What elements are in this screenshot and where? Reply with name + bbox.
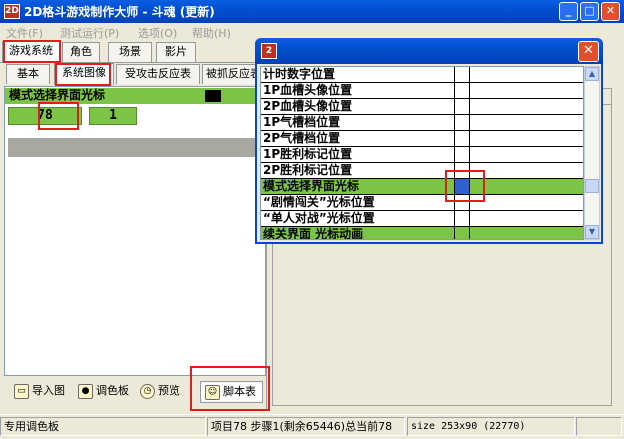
list-item-label: 续关界面 光标动画	[263, 227, 364, 240]
close-button[interactable]: ✕	[601, 2, 620, 21]
scroll-up-icon[interactable]: ▲	[585, 67, 599, 81]
list-item-label: 1P气槽档位置	[263, 115, 341, 129]
selected-cell[interactable]	[454, 179, 470, 194]
list-item-label: “剧情闯关”光标位置	[263, 195, 375, 209]
maximize-button[interactable]: □	[580, 2, 599, 21]
list-item-cell	[454, 195, 470, 210]
scroll-down-icon[interactable]: ▼	[585, 225, 599, 239]
status-extra	[576, 417, 622, 436]
tab-hit-reaction[interactable]: 受攻击反应表	[116, 64, 200, 84]
tab-movie[interactable]: 影片	[156, 42, 196, 62]
bottom-toolbar: ▭ 导入图 ● 调色板 ◷ 预览 ☺ 脚本表	[4, 377, 266, 409]
list-item[interactable]: 1P血槽头像位置	[261, 83, 583, 99]
clock-icon: ◷	[140, 384, 155, 399]
list-item-label: 1P胜利标记位置	[263, 147, 353, 161]
list-item-cell	[454, 211, 470, 226]
list-item-label: 1P血槽头像位置	[263, 83, 353, 97]
preview-label: 预览	[158, 384, 180, 397]
selected-item-header: 模式选择界面光标	[5, 88, 265, 104]
image-index-field[interactable]: 78	[8, 107, 82, 125]
menu-file[interactable]: 文件(F)	[6, 25, 43, 41]
preview-button[interactable]: ◷ 预览	[140, 381, 180, 403]
list-item-cell	[454, 131, 470, 146]
list-item-cell	[454, 67, 470, 82]
import-image-button[interactable]: ▭ 导入图	[14, 381, 65, 403]
selected-item-label: 模式选择界面光标	[9, 88, 106, 102]
list-item[interactable]: 2P血槽头像位置	[261, 99, 583, 115]
list-item-label: 2P血槽头像位置	[263, 99, 353, 113]
image-preview-strip	[8, 138, 265, 157]
import-image-label: 导入图	[32, 384, 65, 397]
main-tab-strip: 游戏系统 角色 场景 影片	[0, 41, 265, 63]
list-item-cell	[454, 83, 470, 98]
popup-title-bar: 2 ✕	[255, 38, 603, 64]
list-item-cell	[454, 99, 470, 114]
script-table-button[interactable]: ☺ 脚本表	[200, 381, 263, 403]
popup-close-button[interactable]: ✕	[578, 41, 599, 62]
list-item[interactable]: 1P气槽档位置	[261, 115, 583, 131]
position-list: 计时数字位置 1P血槽头像位置 2P血槽头像位置 1P气槽档位置 2P气槽档位置…	[260, 66, 584, 240]
list-item-label: 模式选择界面光标	[263, 179, 360, 193]
palette-icon: ●	[78, 384, 93, 399]
list-item[interactable]: “单人对战”光标位置	[261, 211, 583, 227]
list-item-cell	[454, 147, 470, 162]
status-bar: 专用调色板 项目78 步骤1(剩余65446)总当前78 size 253x90…	[0, 414, 624, 439]
palette-label: 调色板	[96, 384, 129, 397]
list-item[interactable]: 2P胜利标记位置	[261, 163, 583, 179]
list-item-label: 2P气槽档位置	[263, 131, 341, 145]
list-item-cell	[454, 163, 470, 178]
list-item-cell	[454, 227, 470, 239]
folder-icon: ▭	[14, 384, 29, 399]
script-table-label: 脚本表	[223, 385, 256, 398]
people-icon: ☺	[205, 385, 220, 400]
list-item-label: 计时数字位置	[263, 67, 336, 81]
tab-stage[interactable]: 场景	[108, 42, 152, 62]
color-swatch	[205, 90, 221, 102]
tab-basic[interactable]: 基本	[6, 64, 50, 84]
step-field[interactable]: 1	[89, 107, 137, 125]
tab-game-system[interactable]: 游戏系统	[2, 41, 60, 63]
sub-tab-strip: 基本 系统图像 受攻击反应表 被抓反应表	[4, 63, 265, 85]
window-title: 2D格斗游戏制作大师 - 斗魂 (更新)	[24, 5, 215, 19]
image-panel	[4, 86, 266, 376]
list-item[interactable]: 1P胜利标记位置	[261, 147, 583, 163]
list-item-cell	[454, 115, 470, 130]
list-item-label: 2P胜利标记位置	[263, 163, 353, 177]
minimize-button[interactable]: _	[559, 2, 578, 21]
popup-app-icon: 2	[261, 43, 277, 59]
palette-button[interactable]: ● 调色板	[78, 381, 129, 403]
status-project: 项目78 步骤1(剩余65446)总当前78	[207, 417, 405, 436]
list-item[interactable]: “剧情闯关”光标位置	[261, 195, 583, 211]
menu-test-run[interactable]: 测试运行(P)	[60, 25, 119, 41]
status-size: size 253x90 (22770)	[407, 417, 575, 436]
menu-help[interactable]: 帮助(H)	[192, 25, 231, 41]
app-icon: 2D	[4, 4, 20, 19]
list-item-selected[interactable]: 模式选择界面光标	[261, 179, 583, 195]
status-palette: 专用调色板	[0, 417, 206, 436]
scroll-thumb[interactable]	[585, 179, 599, 193]
tab-character[interactable]: 角色	[62, 42, 100, 62]
list-item-label: “单人对战”光标位置	[263, 211, 375, 225]
menu-options[interactable]: 选项(O)	[138, 25, 177, 41]
list-item[interactable]: 续关界面 光标动画	[261, 227, 583, 240]
tab-system-images[interactable]: 系统图像	[54, 63, 114, 85]
popup-scrollbar[interactable]: ▲ ▼	[584, 66, 600, 240]
list-item[interactable]: 2P气槽档位置	[261, 131, 583, 147]
title-bar: 2D 2D格斗游戏制作大师 - 斗魂 (更新) _ □ ✕	[0, 0, 624, 23]
script-popup-window: 2 ✕ 计时数字位置 1P血槽头像位置 2P血槽头像位置 1P气槽档位置 2P气…	[255, 38, 603, 244]
list-item[interactable]: 计时数字位置	[261, 67, 583, 83]
